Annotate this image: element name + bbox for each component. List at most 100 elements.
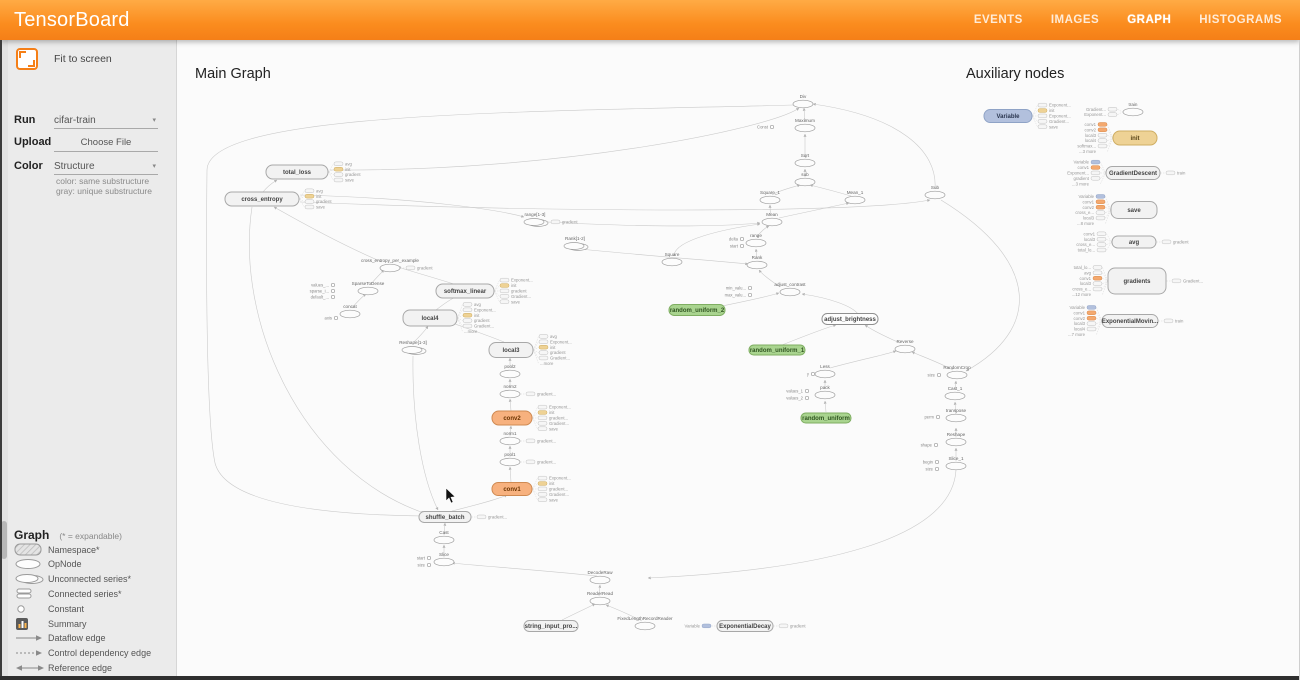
node-annotations: Gradient... bbox=[1167, 279, 1204, 284]
graph-node-slice[interactable]: Slice bbox=[434, 552, 454, 566]
svg-text:conv1: conv1 bbox=[1078, 165, 1090, 170]
graph-node-reshape13[interactable]: Reshape[1-3] bbox=[399, 340, 427, 355]
graph-node-transpose[interactable]: transpose bbox=[946, 408, 967, 422]
graph-node-norm1[interactable]: norm1 bbox=[500, 431, 520, 445]
graph-node-less[interactable]: Less bbox=[815, 364, 835, 378]
graph-node-range[interactable]: range bbox=[746, 233, 766, 247]
graph-legend: Graph (* = expandable) Namespace* OpNode… bbox=[14, 528, 172, 675]
node-annotations: gradient bbox=[401, 266, 434, 271]
svg-text:Cast: Cast bbox=[439, 530, 449, 535]
graph-node-random_uniform_2[interactable]: random_uniform_2 bbox=[669, 305, 725, 316]
node-annotations: gradient bbox=[1157, 240, 1190, 245]
node-annotations: train bbox=[1161, 171, 1186, 176]
choose-file-button[interactable]: Choose File bbox=[54, 137, 158, 152]
node-annotations: Exponent...initgradient...Gradient...sav… bbox=[533, 476, 571, 503]
graph-node-pool2[interactable]: pool2 bbox=[500, 364, 520, 378]
svg-text:...8 more: ...8 more bbox=[1077, 221, 1095, 226]
graph-node-random_uniform_1[interactable]: random_uniform_1 bbox=[749, 345, 805, 355]
graph-node-save[interactable]: save bbox=[1111, 202, 1157, 219]
svg-text:gradient: gradient bbox=[562, 220, 578, 225]
svg-text:concat: concat bbox=[343, 304, 357, 309]
graph-node-range13[interactable]: range[1-3] bbox=[524, 212, 548, 227]
graph-node-pack[interactable]: pack bbox=[815, 385, 835, 399]
graph-edge bbox=[330, 108, 799, 170]
graph-node-sqrt[interactable]: Sqrt bbox=[795, 153, 815, 167]
graph-node-decode_raw[interactable]: DecodeRaw bbox=[587, 570, 613, 584]
fit-to-screen-icon[interactable] bbox=[16, 48, 38, 70]
graph-node-square[interactable]: Square bbox=[662, 252, 682, 266]
graph-node-pool1[interactable]: pool1 bbox=[500, 452, 520, 466]
graph-node-adjust_brightness[interactable]: adjust_brightness bbox=[822, 314, 878, 325]
svg-text:sparse_i...: sparse_i... bbox=[310, 289, 329, 294]
graph-node-adjust_contrast[interactable]: adjust_contrast bbox=[774, 282, 806, 296]
nav-tab-graph[interactable]: GRAPH bbox=[1127, 14, 1171, 26]
graph-node-square_1[interactable]: Square_1 bbox=[760, 190, 780, 204]
node-annotations: gradient bbox=[774, 624, 807, 629]
graph-node-local3[interactable]: local3 bbox=[489, 343, 533, 358]
graph-node-reverse[interactable]: Reverse bbox=[895, 339, 915, 353]
graph-node-div[interactable]: Div bbox=[793, 94, 813, 108]
svg-text:init: init bbox=[549, 410, 555, 415]
svg-text:Div: Div bbox=[800, 94, 807, 99]
graph-node-sub2[interactable]: sub bbox=[795, 172, 815, 186]
svg-text:train: train bbox=[1177, 171, 1186, 176]
graph-node-const-values: values_... bbox=[311, 283, 335, 288]
run-select[interactable]: cifar-train ▾ bbox=[54, 115, 158, 129]
graph-node-norm2[interactable]: norm2 bbox=[500, 384, 520, 398]
graph-node-cast[interactable]: Cast bbox=[434, 530, 454, 544]
svg-text:Gradient...: Gradient... bbox=[1183, 279, 1203, 284]
graph-node-gradients[interactable]: gradients bbox=[1108, 268, 1166, 294]
nav-tab-events[interactable]: EVENTS bbox=[974, 14, 1023, 26]
graph-node-cast_1[interactable]: Cast_1 bbox=[945, 386, 965, 400]
graph-node-random_uniform[interactable]: random_uniform bbox=[801, 413, 851, 423]
graph-node-gradient_descent[interactable]: GradientDescent bbox=[1106, 167, 1160, 180]
graph-node-sparse_to_dense[interactable]: SparseToDense bbox=[352, 281, 385, 295]
graph-node-flrr[interactable]: FixedLengthRecordReader bbox=[617, 616, 673, 630]
graph-node-rank[interactable]: Rank bbox=[747, 255, 767, 269]
graph-node-softmax_linear[interactable]: softmax_linear bbox=[436, 284, 494, 298]
graph-node-exp_decay[interactable]: ExponentialDecay bbox=[717, 621, 773, 632]
node-annotations: total_lo...avgconv1local3cross_e......12… bbox=[1072, 265, 1108, 297]
graph-node-conv1[interactable]: conv1 bbox=[492, 483, 532, 496]
graph-node-slice_1[interactable]: Slice_1 bbox=[946, 456, 966, 470]
graph-node-variable[interactable]: Variable bbox=[984, 110, 1032, 123]
svg-text:shape: shape bbox=[921, 443, 933, 448]
nav-tab-images[interactable]: IMAGES bbox=[1051, 14, 1099, 26]
graph-node-random_crop[interactable]: RandomCrop bbox=[943, 365, 971, 379]
graph-node-shuffle_batch[interactable]: shuffle_batch bbox=[419, 512, 471, 523]
svg-text:gradient: gradient bbox=[511, 289, 527, 294]
graph-edge bbox=[562, 604, 595, 620]
graph-node-local4[interactable]: local4 bbox=[403, 310, 457, 326]
svg-text:pool1: pool1 bbox=[504, 452, 516, 457]
graph-node-init[interactable]: init bbox=[1113, 131, 1157, 145]
fit-to-screen-button[interactable]: Fit to screen bbox=[16, 48, 112, 70]
svg-text:avg: avg bbox=[474, 302, 482, 307]
svg-text:Sqrt: Sqrt bbox=[801, 153, 810, 158]
graph-node-mean[interactable]: Mean bbox=[762, 212, 782, 226]
graph-node-conv2[interactable]: conv2 bbox=[492, 411, 532, 425]
graph-node-string_input[interactable]: string_input_pro... bbox=[524, 621, 578, 632]
graph-node-rank12[interactable]: Rank[1-2] bbox=[564, 236, 588, 251]
graph-canvas[interactable]: total_lossavg init gradient save cross_entro… bbox=[0, 0, 1300, 680]
graph-node-cross_entropy[interactable]: cross_entropy bbox=[225, 192, 299, 206]
graph-node-ema[interactable]: ExponentialMovin... bbox=[1102, 315, 1159, 328]
svg-text:...more: ...more bbox=[540, 361, 554, 366]
graph-node-train[interactable]: train bbox=[1123, 102, 1143, 116]
svg-text:local3: local3 bbox=[1083, 216, 1095, 221]
graph-node-const-size3: size bbox=[926, 467, 939, 472]
node-annotations: Exponent...initgradientGradient...save bbox=[495, 278, 533, 305]
graph-node-sub_cap[interactable]: Sub bbox=[925, 185, 945, 199]
graph-node-mean_1[interactable]: Mean_1 bbox=[845, 190, 865, 204]
graph-node-reader_read[interactable]: ReaderRead bbox=[587, 591, 613, 605]
svg-text:FixedLengthRecordReader: FixedLengthRecordReader bbox=[617, 616, 673, 621]
svg-text:cross_e...: cross_e... bbox=[1075, 210, 1094, 215]
graph-node-total_loss[interactable]: total_loss bbox=[266, 165, 328, 179]
color-select[interactable]: Structure ▾ bbox=[54, 161, 158, 175]
graph-node-reshape[interactable]: Reshape bbox=[946, 432, 966, 446]
chevron-down-icon: ▾ bbox=[152, 162, 156, 170]
svg-text:init: init bbox=[316, 194, 322, 199]
graph-node-maximum[interactable]: Maximum bbox=[795, 118, 815, 132]
graph-node-concat[interactable]: concat bbox=[340, 304, 360, 318]
graph-node-avg[interactable]: avg bbox=[1112, 236, 1156, 248]
nav-tab-histograms[interactable]: HISTOGRAMS bbox=[1199, 14, 1282, 26]
